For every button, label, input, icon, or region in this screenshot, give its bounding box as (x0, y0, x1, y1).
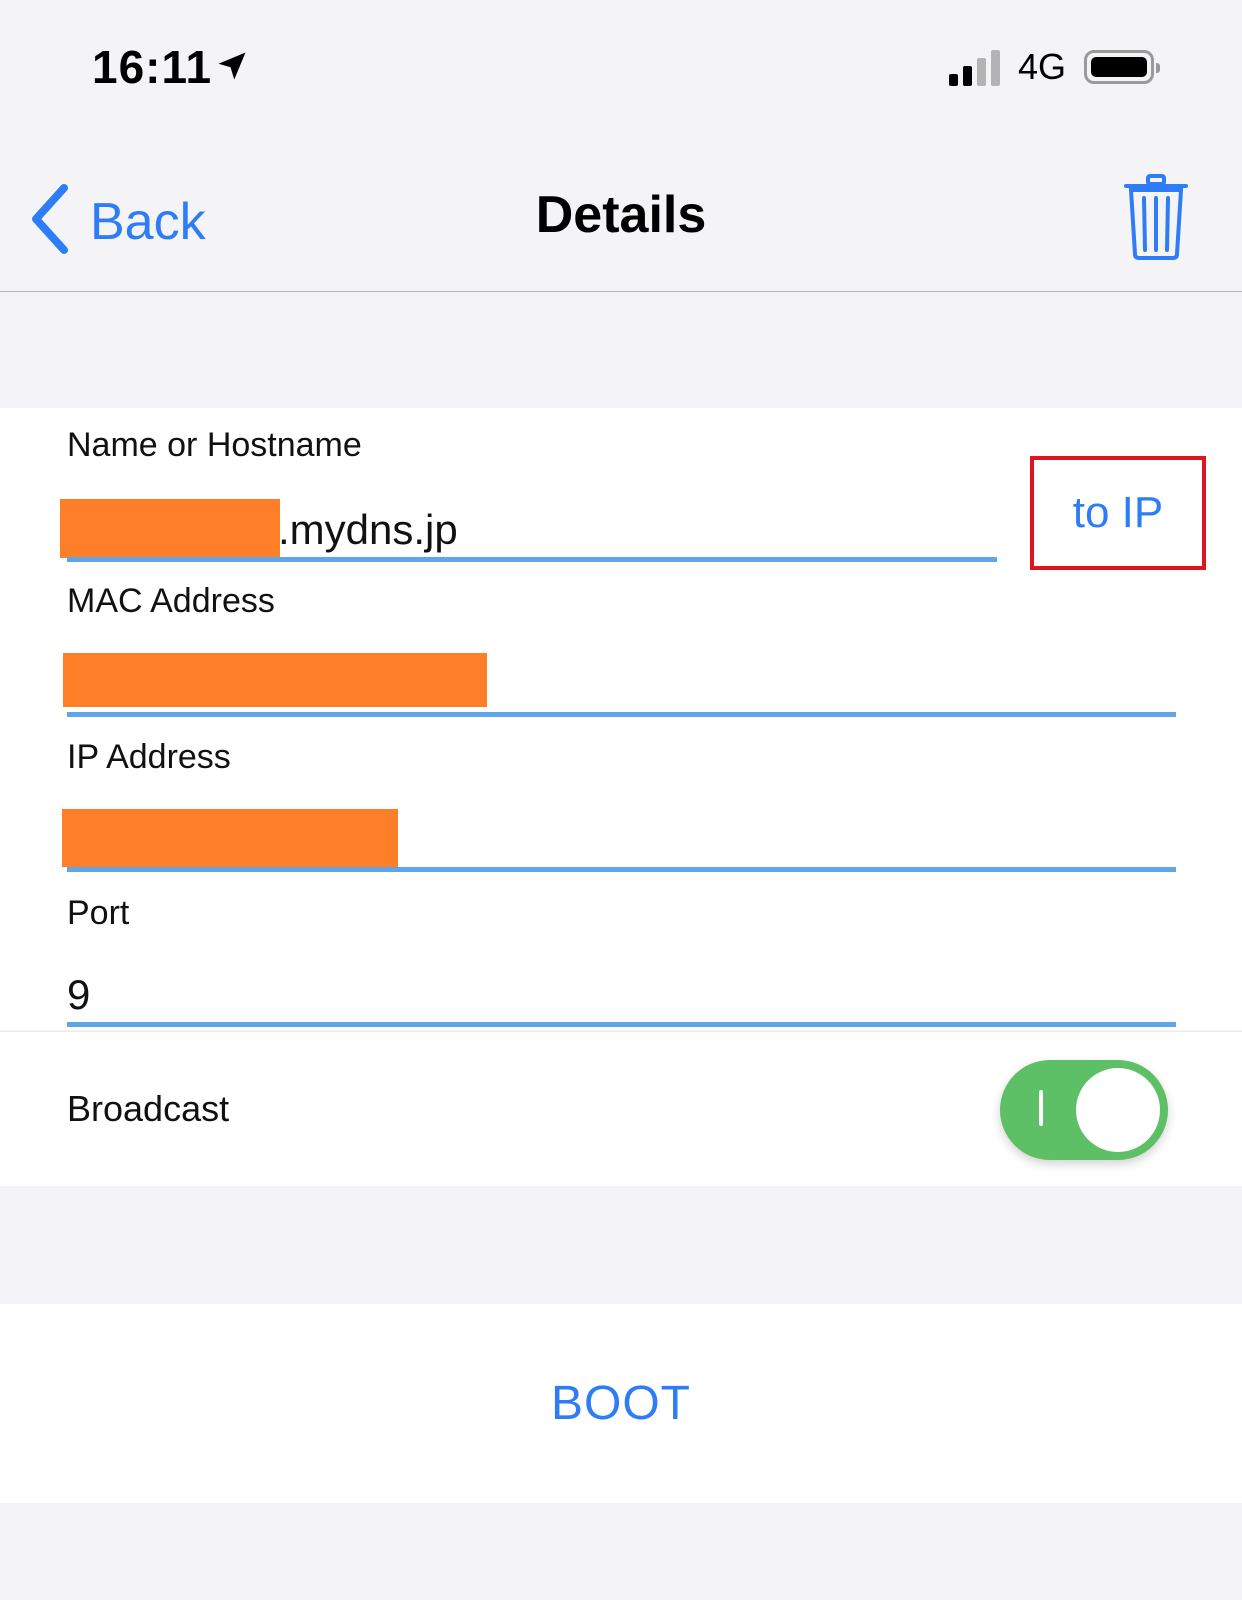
hostname-suffix: .mydns.jp (278, 506, 458, 553)
cellular-signal-icon (948, 48, 1000, 86)
location-arrow-icon (214, 48, 250, 89)
mac-address-underline (67, 712, 1176, 717)
redacted-hostname (60, 499, 280, 558)
toggle-knob (1072, 1064, 1164, 1156)
broadcast-label: Broadcast (67, 1088, 230, 1129)
hostname-label: Name or Hostname (67, 426, 362, 464)
delete-button[interactable] (1124, 174, 1188, 265)
navigation-bar: Back Details (0, 140, 1242, 292)
ip-address-underline (67, 867, 1176, 872)
mac-address-label: MAC Address (67, 582, 275, 620)
port-underline (67, 1022, 1176, 1027)
boot-button[interactable]: BOOT (511, 1356, 731, 1451)
to-ip-label: to IP (1072, 488, 1164, 537)
port-value: 9 (67, 971, 91, 1018)
to-ip-button[interactable]: to IP (1030, 456, 1206, 570)
redacted-mac-address (63, 653, 487, 707)
redacted-ip-address (62, 809, 398, 867)
port-label: Port (67, 894, 130, 932)
page-title: Details (535, 186, 707, 244)
trash-icon (1124, 174, 1188, 264)
status-indicators: 4G (948, 46, 1160, 88)
battery-icon (1084, 50, 1160, 84)
network-type: 4G (1017, 46, 1066, 87)
status-time: 16:11 (92, 41, 213, 93)
ip-address-label: IP Address (67, 738, 231, 776)
broadcast-row: Broadcast (0, 1031, 1242, 1186)
status-bar: 16:11 4G (0, 0, 1242, 140)
toggle-on-mark (1039, 1090, 1043, 1126)
broadcast-toggle[interactable] (1000, 1060, 1168, 1160)
boot-panel: BOOT (0, 1304, 1242, 1503)
device-form: Name or Hostname .mydns.jp to IP MAC Add… (0, 408, 1242, 1030)
hostname-underline (67, 557, 997, 562)
